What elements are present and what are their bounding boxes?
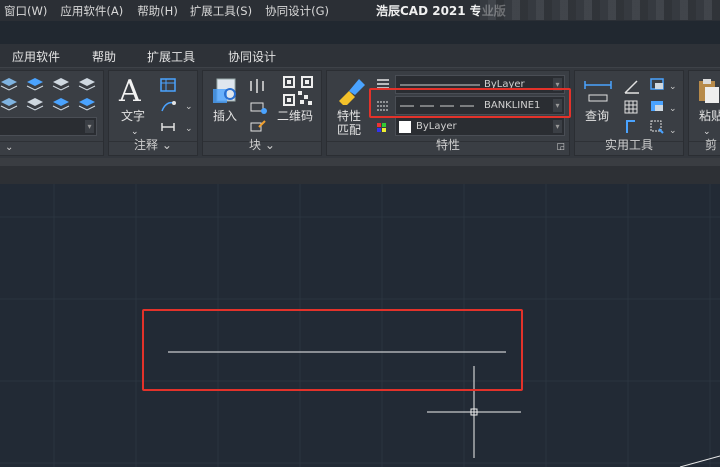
- block-tools-icons[interactable]: [247, 77, 271, 137]
- insert-button-label[interactable]: 插入: [213, 109, 237, 123]
- ribbon-bottom-edge: [0, 158, 720, 166]
- menu-help[interactable]: 帮助(H): [137, 3, 178, 19]
- utility-tools-icons[interactable]: ⌄ ⌄ ⌄: [623, 77, 681, 137]
- tab-help[interactable]: 帮助: [92, 48, 116, 65]
- layer-dropdown[interactable]: ▾: [0, 117, 97, 136]
- menu-collaborative-design[interactable]: 协同设计(G): [265, 3, 329, 19]
- panel-annotation: A 文字 ⌄ ⌄ ⌄ 注释 ⌄: [108, 70, 198, 156]
- color-value: ByLayer: [416, 121, 457, 132]
- panel-block-label[interactable]: 块 ⌄: [203, 136, 321, 153]
- text-button-label[interactable]: 文字: [121, 109, 145, 123]
- svg-text:⌄: ⌄: [185, 102, 193, 112]
- menu-bar: 窗口(W) 应用软件(A) 帮助(H) 扩展工具(S) 协同设计(G): [0, 3, 329, 19]
- blurred-area: [480, 0, 720, 20]
- tab-applications[interactable]: 应用软件: [12, 48, 60, 65]
- panel-layers: ▾ ⌄: [0, 70, 104, 156]
- tab-extension-tools[interactable]: 扩展工具: [147, 48, 195, 65]
- svg-text:⌄: ⌄: [669, 82, 677, 92]
- file-tab-bar: [0, 166, 720, 184]
- paste-icon[interactable]: [695, 77, 720, 105]
- color-dropdown[interactable]: ByLayer ▾: [395, 117, 565, 136]
- ribbon: ▾ ⌄ A 文字 ⌄ ⌄ ⌄ 注释 ⌄ 插入 二维码 块 ⌄ 特性 匹配 ByL…: [0, 67, 720, 158]
- chevron-down-icon: ▾: [553, 120, 562, 133]
- svg-text:⌄: ⌄: [185, 124, 193, 134]
- panel-launcher-icon[interactable]: ◲: [556, 142, 565, 152]
- insert-block-icon[interactable]: [211, 77, 243, 107]
- title-bar: 窗口(W) 应用软件(A) 帮助(H) 扩展工具(S) 协同设计(G) 浩辰CA…: [0, 0, 720, 21]
- layer-icons[interactable]: [0, 74, 103, 112]
- qr-code-button-label[interactable]: 二维码: [277, 109, 313, 123]
- ribbon-tab-bar: 应用软件 帮助 扩展工具 协同设计: [0, 44, 720, 68]
- lineweight-preview: [400, 84, 480, 86]
- panel-clipboard: 粘贴 ⌄ 剪: [688, 70, 720, 156]
- panel-block: 插入 二维码 块 ⌄: [202, 70, 322, 156]
- line-highlight-box: [142, 309, 523, 391]
- panel-annotation-label[interactable]: 注释 ⌄: [109, 136, 197, 153]
- annotation-tools-icons[interactable]: ⌄ ⌄: [159, 77, 195, 137]
- match-properties-button-label[interactable]: 特性 匹配: [337, 109, 361, 137]
- query-button-label[interactable]: 查询: [585, 109, 609, 123]
- chevron-down-icon: ▾: [85, 120, 94, 133]
- chevron-down-icon[interactable]: ⌄: [5, 142, 103, 153]
- menu-window[interactable]: 窗口(W): [4, 3, 47, 19]
- menu-extension-tools[interactable]: 扩展工具(S): [190, 3, 252, 19]
- linetype-highlight-box: [369, 88, 571, 118]
- panel-utilities: 查询 ⌄ ⌄ ⌄ 实用工具: [574, 70, 684, 156]
- measure-icon[interactable]: [583, 77, 613, 105]
- menu-applications[interactable]: 应用软件(A): [60, 3, 123, 19]
- tab-collaborative-design[interactable]: 协同设计: [228, 48, 276, 65]
- color-swatch: [399, 121, 411, 133]
- panel-properties-label[interactable]: 特性: [327, 136, 569, 153]
- svg-text:⌄: ⌄: [669, 104, 677, 114]
- panel-clipboard-label[interactable]: 剪: [705, 136, 720, 153]
- qr-code-icon[interactable]: [283, 76, 313, 106]
- svg-text:⌄: ⌄: [669, 126, 677, 136]
- paste-button-label[interactable]: 粘贴: [699, 109, 720, 123]
- partial-line: [679, 455, 720, 467]
- text-icon[interactable]: A: [119, 77, 141, 107]
- match-properties-icon[interactable]: [335, 77, 367, 105]
- panel-utilities-label[interactable]: 实用工具: [575, 136, 683, 153]
